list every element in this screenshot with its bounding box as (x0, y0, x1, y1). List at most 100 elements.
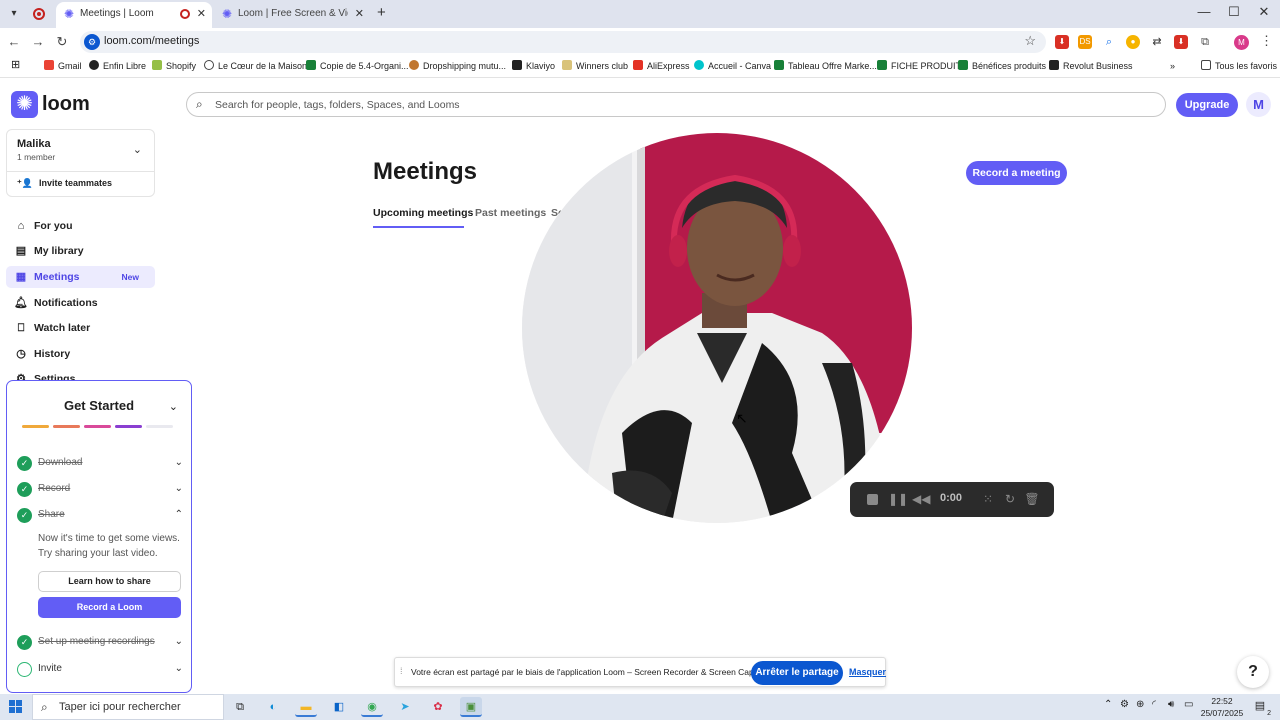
camera-bubble[interactable] (522, 133, 912, 523)
close-window-icon[interactable]: ✕ (1254, 4, 1274, 20)
chevron-down-icon[interactable]: ⌄ (133, 143, 142, 156)
bookmark-item[interactable]: Dropshipping mutu... (409, 60, 506, 73)
task-view-icon[interactable]: ⧉ (229, 697, 251, 717)
step-download[interactable]: ✓ Download ⌄ (17, 454, 183, 472)
avatar[interactable]: M (1246, 92, 1271, 117)
help-button[interactable]: ? (1237, 656, 1269, 688)
sidebar-item-watch-later[interactable]: ⎕ Watch later (6, 317, 155, 339)
app-icon[interactable]: ✿ (427, 697, 449, 717)
learn-how-to-share-button[interactable]: Learn how to share (38, 571, 181, 592)
apps-grid-icon[interactable]: ⊞ (11, 59, 20, 72)
rewind-icon[interactable]: ◀◀ (912, 490, 930, 508)
file-explorer-icon[interactable]: ▬ (295, 697, 317, 717)
bookmark-item[interactable]: Gmail (44, 60, 82, 73)
search-input[interactable] (215, 96, 1115, 113)
tray-app-icon[interactable]: ⚙ (1120, 699, 1129, 710)
sidebar-item-label: History (34, 348, 71, 360)
outlook-icon[interactable]: ◧ (328, 697, 350, 717)
step-set-up-meeting-recordings[interactable]: ✓ Set up meeting recordings ⌄ (17, 633, 183, 651)
tab-loom-recorder[interactable]: ✺ Loom | Free Screen & Video Re ✕ (214, 2, 370, 28)
extension-coin-icon[interactable]: ● (1126, 35, 1140, 49)
sidebar-item-notifications[interactable]: 🔔︎ Notifications (6, 292, 155, 314)
tab-upcoming-meetings[interactable]: Upcoming meetings (373, 207, 473, 219)
chrome-icon[interactable]: ◉ (361, 697, 383, 717)
maximize-icon[interactable]: ☐ (1224, 4, 1244, 20)
bookmark-item[interactable]: Shopify (152, 60, 196, 73)
sidebar-item-history[interactable]: ◷ History (6, 343, 155, 365)
extension-link-icon[interactable]: ⇄ (1150, 35, 1164, 49)
notification-count: 2 (1267, 710, 1271, 717)
step-share[interactable]: ✓ Share ⌃ (17, 506, 183, 524)
minimize-icon[interactable]: — (1194, 4, 1214, 19)
new-tab-icon[interactable]: + (377, 5, 386, 21)
taskbar-search[interactable]: ⌕ Taper ici pour rechercher (32, 694, 224, 720)
stop-sharing-button[interactable]: Arrêter le partage (751, 661, 843, 685)
invite-teammates-button[interactable]: ⁺👤 Invite teammates (17, 178, 112, 189)
reload-icon[interactable]: ↻ (54, 34, 70, 50)
network-globe-icon[interactable]: ⊕ (1136, 699, 1144, 710)
bookmark-item[interactable]: AliExpress (633, 60, 690, 73)
bookmark-label: Revolut Business (1063, 61, 1133, 71)
tab-search-icon[interactable]: ▾ (6, 6, 22, 22)
tab-past-meetings[interactable]: Past meetings (475, 207, 546, 219)
close-tab-icon[interactable]: ✕ (197, 2, 206, 26)
telegram-icon[interactable]: ➤ (394, 697, 416, 717)
step-record[interactable]: ✓ Record ⌄ (17, 480, 183, 498)
close-tab-icon[interactable]: ✕ (355, 2, 364, 26)
forward-icon[interactable]: → (30, 34, 46, 50)
bookmark-item[interactable]: Le Cœur de la Maison (204, 60, 307, 73)
sidebar-item-my-library[interactable]: ▤ My library (6, 240, 155, 262)
restart-icon[interactable]: ↻ (1001, 490, 1019, 508)
battery-icon[interactable]: ▭ (1184, 699, 1193, 710)
bookmark-item[interactable]: Revolut Business (1049, 60, 1133, 73)
pause-icon[interactable]: ❚❚ (888, 490, 908, 508)
edge-icon[interactable]: ◐ (262, 697, 284, 717)
step-invite[interactable]: Invite ⌄ (17, 660, 183, 678)
divider (7, 171, 154, 172)
bookmark-star-icon[interactable]: ☆ (1024, 33, 1036, 49)
tray-overflow-icon[interactable]: ⌃ (1104, 699, 1112, 710)
delete-icon[interactable]: 🗑︎ (1023, 490, 1041, 508)
extension-save-icon[interactable]: ⬇ (1174, 35, 1188, 49)
record-a-loom-button[interactable]: Record a Loom (38, 597, 181, 618)
bookmark-item[interactable]: Copie de 5.4-Organi... (306, 60, 409, 73)
dropshipping-icon (409, 60, 419, 70)
enfin-libre-icon (89, 60, 99, 70)
system-clock[interactable]: 22:52 25/07/2025 (1200, 695, 1244, 719)
all-bookmarks-folder[interactable]: Tous les favoris (1201, 60, 1277, 73)
notifications-icon[interactable]: ▤ 2 (1252, 699, 1271, 717)
wifi-icon[interactable]: ◜ (1152, 699, 1156, 710)
workspace-name[interactable]: Malika (17, 138, 51, 150)
tab-meetings[interactable]: ✺ Meetings | Loom ✕ (56, 2, 212, 28)
sidebar-item-for-you[interactable]: ⌂ For you (6, 215, 155, 237)
extensions-puzzle-icon[interactable]: ⧉ (1198, 35, 1212, 49)
app-window-icon[interactable]: ▣ (460, 697, 482, 717)
upgrade-button[interactable]: Upgrade (1176, 93, 1238, 117)
bookmark-item[interactable]: Enfin Libre (89, 60, 146, 73)
extension-search-icon[interactable]: ⌕ (1102, 35, 1116, 49)
workspace-member-count: 1 member (17, 152, 56, 162)
sidebar-item-meetings[interactable]: ▦ Meetings New (6, 266, 155, 288)
extension-download-icon[interactable]: ⬇ (1055, 35, 1069, 49)
hide-link[interactable]: Masquer (849, 667, 886, 677)
bookmark-item[interactable]: FICHE PRODUIT (877, 60, 961, 73)
extension-ds-icon[interactable]: DS (1078, 35, 1092, 49)
sidebar-item-settings[interactable]: ⚙ Settings (6, 368, 155, 380)
address-bar[interactable]: ⚙ loom.com/meetings ☆ (80, 31, 1046, 53)
bookmark-item[interactable]: Tableau Offre Marke... (774, 60, 877, 73)
drawing-tools-icon[interactable]: ⁙ (979, 490, 997, 508)
profile-avatar[interactable]: M (1234, 35, 1249, 50)
browser-menu-icon[interactable]: ⋮ (1260, 33, 1273, 49)
record-a-meeting-button[interactable]: Record a meeting (966, 161, 1067, 185)
volume-icon[interactable]: 🔊︎ (1168, 699, 1174, 710)
bookmark-item[interactable]: Accueil - Canva (694, 60, 771, 73)
chevron-down-icon[interactable]: ⌄ (169, 400, 178, 413)
bookmark-item[interactable]: Bénéfices produits (958, 60, 1046, 73)
bookmark-item[interactable]: Winners club (562, 60, 628, 73)
bookmark-item[interactable]: Klaviyo (512, 60, 555, 73)
back-icon[interactable]: ← (6, 34, 22, 50)
site-info-icon[interactable]: ⚙ (84, 34, 100, 50)
bookmarks-overflow-icon[interactable]: » (1170, 60, 1175, 73)
windows-start-icon[interactable] (9, 700, 23, 714)
drag-handle-icon[interactable]: ⁞ (400, 666, 403, 676)
